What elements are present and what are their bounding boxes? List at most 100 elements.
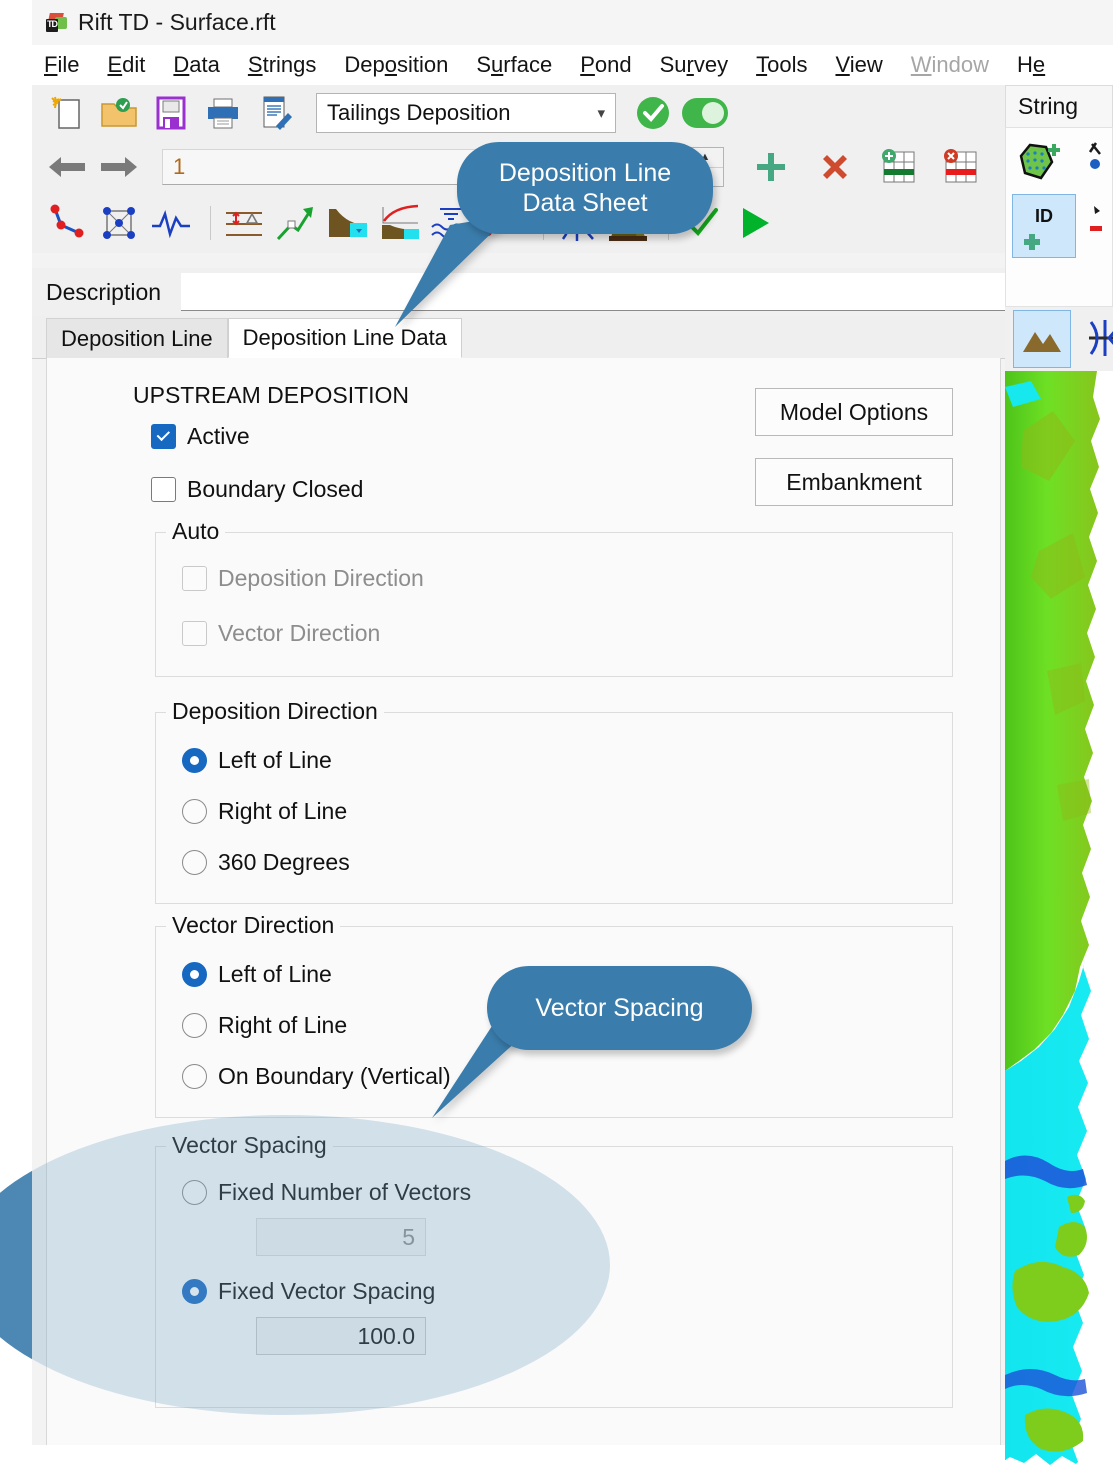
delete-row-icon[interactable] xyxy=(938,145,984,189)
dep-360-degrees-label: 360 Degrees xyxy=(218,849,350,875)
forward-arrow-icon[interactable] xyxy=(96,145,142,189)
dep-left-of-line-label: Left of Line xyxy=(218,747,332,773)
record-index-value: 1 xyxy=(173,154,186,179)
menu-item-window: Window xyxy=(910,52,990,77)
callout-deposition-line-data-sheet: Deposition Line Data Sheet xyxy=(457,142,713,234)
vec-left-of-line-label: Left of Line xyxy=(218,961,332,987)
window-title: Rift TD - Surface.rft xyxy=(78,9,276,35)
menu-item-data[interactable]: Data xyxy=(173,52,219,78)
menu-item-file[interactable]: File xyxy=(44,52,79,78)
menu-item-tools[interactable]: Tools xyxy=(756,52,807,78)
group-deposition-direction-title: Deposition Direction xyxy=(166,698,384,725)
delete-cross-icon[interactable] xyxy=(812,145,858,189)
new-document-icon[interactable] xyxy=(44,91,90,135)
vec-right-of-line-label: Right of Line xyxy=(218,1012,348,1038)
radio-row-vec-on-boundary[interactable]: On Boundary (Vertical) xyxy=(182,1063,952,1090)
dep-right-of-line-label: Right of Line xyxy=(218,798,348,824)
tab-strip: Deposition Line Deposition Line Data xyxy=(32,316,1113,359)
mesh-node-icon[interactable] xyxy=(96,201,142,245)
toolbar-separator xyxy=(210,206,211,240)
waveform-icon[interactable] xyxy=(148,201,194,245)
active-checkbox[interactable] xyxy=(151,424,176,449)
save-icon[interactable] xyxy=(148,91,194,135)
menu-item-surface[interactable]: Surface xyxy=(476,52,552,78)
radio-row-dep-left-of-line[interactable]: Left of Line xyxy=(182,747,952,774)
fixed-vector-spacing-radio[interactable] xyxy=(182,1279,207,1304)
group-vector-spacing: Vector Spacing Fixed Number of Vectors 5… xyxy=(155,1132,953,1408)
polyline-icon[interactable] xyxy=(44,201,90,245)
chevron-down-icon: ▾ xyxy=(597,105,605,122)
vec-on-boundary-label: On Boundary (Vertical) xyxy=(218,1063,451,1089)
auto-deposition-direction-checkbox xyxy=(182,566,207,591)
checkbox-row-auto-deposition-direction: Deposition Direction xyxy=(182,565,952,592)
play-icon[interactable] xyxy=(731,201,777,245)
checkbox-row-auto-vector-direction: Vector Direction xyxy=(182,620,952,647)
dep-360-degrees-radio[interactable] xyxy=(182,850,207,875)
vec-left-of-line-radio[interactable] xyxy=(182,962,207,987)
menu-item-edit[interactable]: Edit xyxy=(107,52,145,78)
description-input[interactable] xyxy=(181,273,1098,311)
right-dock-panel: String ID xyxy=(1005,85,1113,1473)
fixed-number-of-vectors-label: Fixed Number of Vectors xyxy=(218,1179,472,1205)
menu-item-view[interactable]: View xyxy=(835,52,882,78)
menu-item-pond[interactable]: Pond xyxy=(580,52,631,78)
red-marker-icon[interactable] xyxy=(1078,194,1113,250)
menu-bar: File Edit Data Strings Deposition Surfac… xyxy=(32,45,1113,85)
tab-deposition-line[interactable]: Deposition Line xyxy=(46,318,228,358)
terrain-map-preview[interactable] xyxy=(1005,371,1113,1473)
radio-row-fixed-vector-spacing[interactable]: Fixed Vector Spacing xyxy=(182,1278,952,1305)
elevation-delta-icon[interactable] xyxy=(221,201,267,245)
callout-1-line2: Data Sheet xyxy=(522,189,648,217)
menu-item-strings[interactable]: Strings xyxy=(248,52,316,78)
green-check-circle-icon[interactable] xyxy=(630,91,676,135)
deposition-line-data-panel: UPSTREAM DEPOSITION Active Boundary Clos… xyxy=(46,358,1001,1445)
torn-edge-right xyxy=(1024,0,1050,1445)
dep-right-of-line-radio[interactable] xyxy=(182,799,207,824)
description-label: Description xyxy=(46,278,162,305)
axes-cross-icon-dock[interactable] xyxy=(1077,310,1113,366)
dep-left-of-line-radio[interactable] xyxy=(182,748,207,773)
auto-vector-direction-label: Vector Direction xyxy=(218,620,381,646)
edit-notes-icon[interactable] xyxy=(252,91,298,135)
fixed-number-of-vectors-input[interactable]: 5 xyxy=(256,1218,426,1256)
print-icon[interactable] xyxy=(200,91,246,135)
auto-deposition-direction-label: Deposition Direction xyxy=(218,565,424,591)
radio-row-dep-right-of-line[interactable]: Right of Line xyxy=(182,798,952,825)
toggle-on-icon[interactable] xyxy=(682,91,728,135)
callout-2-line1: Vector Spacing xyxy=(535,993,704,1022)
dock-tab-string[interactable]: String xyxy=(1005,85,1113,127)
string-pick-icon[interactable] xyxy=(1078,134,1113,190)
boundary-closed-label: Boundary Closed xyxy=(187,476,364,502)
group-auto: Auto Deposition Direction Vector Directi… xyxy=(155,518,953,677)
active-label: Active xyxy=(187,423,250,449)
embankment-fill-icon[interactable] xyxy=(325,201,371,245)
callout-vector-spacing: Vector Spacing xyxy=(487,966,752,1050)
dock-tool-grid: ID xyxy=(1005,127,1113,307)
vec-right-of-line-radio[interactable] xyxy=(182,1013,207,1038)
model-options-button[interactable]: Model Options xyxy=(755,388,953,436)
group-vector-direction-title: Vector Direction xyxy=(166,912,341,939)
back-arrow-icon[interactable] xyxy=(44,145,90,189)
menu-item-survey[interactable]: Survey xyxy=(660,52,729,78)
callout-1-line1: Deposition Line xyxy=(498,158,672,187)
toolbar-primary: Tailings Deposition ▾ xyxy=(32,85,1113,141)
radio-row-fixed-number-of-vectors[interactable]: Fixed Number of Vectors xyxy=(182,1179,952,1206)
auto-vector-direction-checkbox xyxy=(182,621,207,646)
add-plus-icon[interactable] xyxy=(748,145,794,189)
description-row: Description xyxy=(32,268,1113,316)
green-arrow-up-icon[interactable] xyxy=(273,201,319,245)
add-row-icon[interactable] xyxy=(876,145,922,189)
boundary-closed-checkbox[interactable] xyxy=(151,477,176,502)
group-vector-spacing-title: Vector Spacing xyxy=(166,1132,333,1159)
fixed-vector-spacing-label: Fixed Vector Spacing xyxy=(218,1278,436,1304)
deposition-mode-combo[interactable]: Tailings Deposition ▾ xyxy=(316,93,616,133)
group-deposition-direction: Deposition Direction Left of Line Right … xyxy=(155,698,953,904)
open-folder-icon[interactable] xyxy=(96,91,142,135)
embankment-button[interactable]: Embankment xyxy=(755,458,953,506)
fixed-vector-spacing-input[interactable]: 100.0 xyxy=(256,1317,426,1355)
radio-row-dep-360-degrees[interactable]: 360 Degrees xyxy=(182,849,952,876)
fixed-number-of-vectors-radio[interactable] xyxy=(182,1180,207,1205)
menu-item-deposition[interactable]: Deposition xyxy=(344,52,448,78)
vec-on-boundary-radio[interactable] xyxy=(182,1064,207,1089)
title-bar: TD Rift TD - Surface.rft xyxy=(32,0,1113,45)
